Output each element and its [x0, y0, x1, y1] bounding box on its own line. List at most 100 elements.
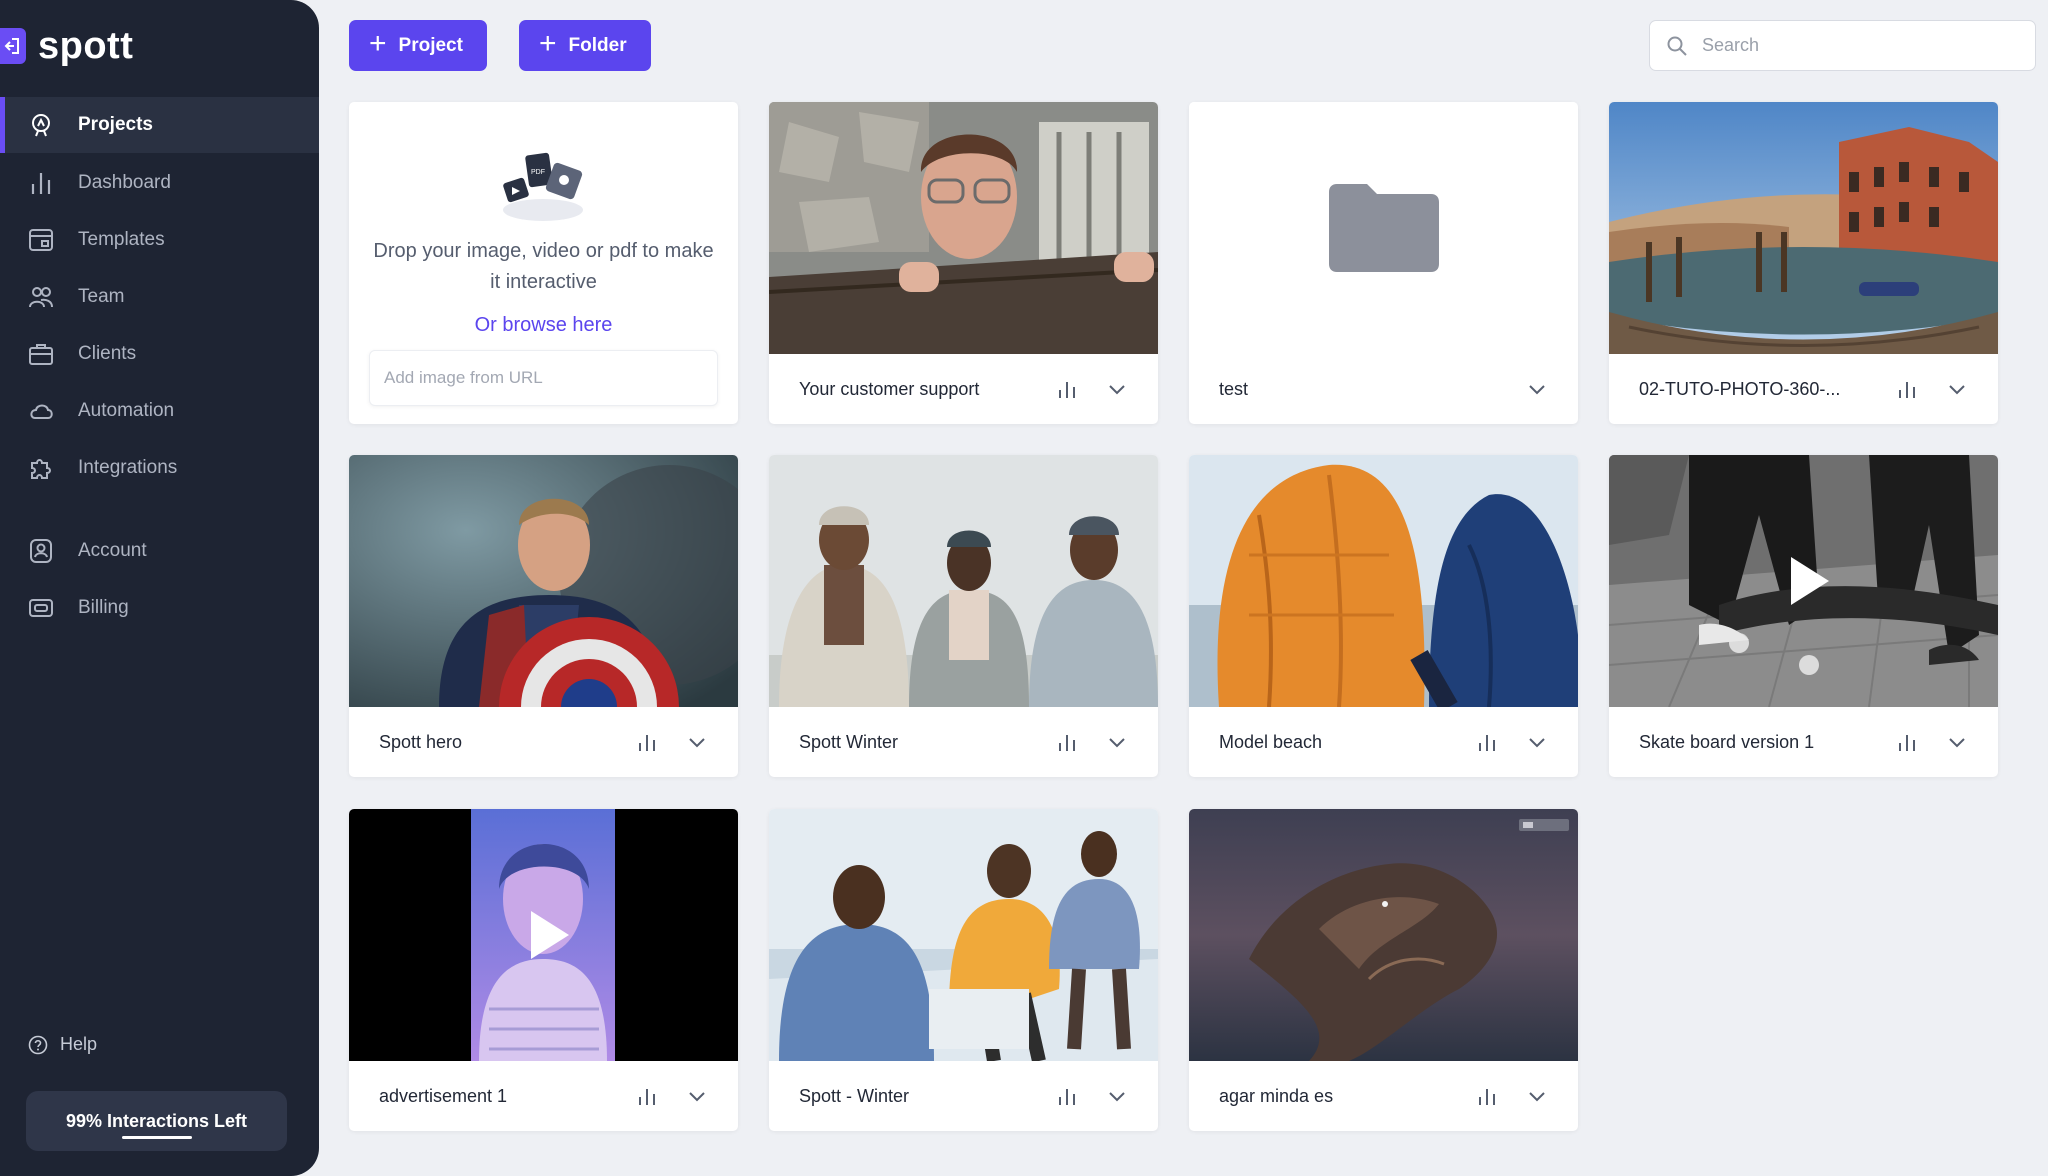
- image-url-input[interactable]: [369, 350, 718, 406]
- search-box[interactable]: [1649, 20, 2036, 71]
- stats-icon[interactable]: [1056, 378, 1078, 400]
- project-title[interactable]: Model beach: [1219, 732, 1448, 753]
- play-icon[interactable]: [1790, 557, 1829, 605]
- project-title[interactable]: 02-TUTO-PHOTO-360-...: [1639, 379, 1868, 400]
- chevron-down-icon[interactable]: [686, 731, 708, 753]
- credit-card-icon: [28, 595, 54, 621]
- help-link[interactable]: Help: [28, 1034, 97, 1055]
- project-thumbnail[interactable]: [769, 455, 1158, 707]
- stats-icon[interactable]: [636, 1085, 658, 1107]
- chevron-down-icon[interactable]: [1526, 731, 1548, 753]
- svg-text:PDF: PDF: [531, 169, 545, 176]
- project-card[interactable]: Your customer support: [769, 102, 1158, 424]
- stats-icon[interactable]: [1896, 378, 1918, 400]
- project-title[interactable]: Spott Winter: [799, 732, 1028, 753]
- project-thumbnail[interactable]: [769, 809, 1158, 1061]
- project-thumbnail[interactable]: [1189, 455, 1578, 707]
- project-thumbnail[interactable]: [1189, 809, 1578, 1061]
- chevron-down-icon[interactable]: [686, 1085, 708, 1107]
- sidebar-item-automation[interactable]: Automation: [0, 383, 319, 439]
- sidebar-item-dashboard[interactable]: Dashboard: [0, 155, 319, 211]
- help-label: Help: [60, 1034, 98, 1054]
- sidebar-item-team[interactable]: Team: [0, 269, 319, 325]
- chevron-down-icon[interactable]: [1106, 378, 1128, 400]
- folder-icon: [1328, 184, 1439, 272]
- upload-card[interactable]: PDF Drop your image, video or pdf to mak…: [349, 102, 738, 424]
- project-title[interactable]: Skate board version 1: [1639, 732, 1868, 753]
- project-title[interactable]: Your customer support: [799, 379, 1028, 400]
- chevron-down-icon[interactable]: [1526, 1085, 1548, 1107]
- template-icon: [28, 227, 54, 253]
- project-title[interactable]: Spott - Winter: [799, 1086, 1028, 1107]
- project-title[interactable]: agar minda es: [1219, 1086, 1448, 1107]
- sidebar-item-label: Dashboard: [78, 172, 171, 193]
- stats-icon[interactable]: [1056, 731, 1078, 753]
- add-folder-label: Folder: [568, 34, 627, 56]
- plus-icon: +: [369, 27, 387, 60]
- sidebar-item-billing[interactable]: Billing: [0, 580, 319, 636]
- folder-card[interactable]: test: [1189, 102, 1578, 424]
- project-thumbnail[interactable]: [1609, 102, 1998, 354]
- add-project-button[interactable]: + Project: [349, 20, 487, 71]
- exit-icon: [0, 28, 26, 64]
- project-card[interactable]: Model beach: [1189, 455, 1578, 777]
- stats-icon[interactable]: [1476, 1085, 1498, 1107]
- chevron-down-icon[interactable]: [1946, 378, 1968, 400]
- chevron-down-icon[interactable]: [1526, 378, 1548, 400]
- project-card[interactable]: agar minda es: [1189, 809, 1578, 1131]
- browse-link[interactable]: Or browse here: [369, 314, 718, 337]
- interactions-left-badge[interactable]: 99% Interactions Left: [26, 1091, 287, 1151]
- sidebar-item-account[interactable]: Account: [0, 523, 319, 579]
- logo[interactable]: spott: [0, 26, 133, 66]
- sidebar: spott Projects Dashboard Templates Team …: [0, 0, 319, 1176]
- rocket-icon: [28, 112, 54, 138]
- plus-icon: +: [539, 27, 557, 60]
- sidebar-item-projects[interactable]: Projects: [0, 97, 319, 153]
- project-card[interactable]: 02-TUTO-PHOTO-360-...: [1609, 102, 1998, 424]
- project-thumbnail[interactable]: [769, 102, 1158, 354]
- add-project-label: Project: [398, 34, 463, 56]
- user-shield-icon: [28, 538, 54, 564]
- project-card[interactable]: Spott hero: [349, 455, 738, 777]
- sidebar-item-clients[interactable]: Clients: [0, 326, 319, 382]
- stats-icon[interactable]: [636, 731, 658, 753]
- sidebar-item-label: Account: [78, 540, 147, 561]
- sidebar-item-templates[interactable]: Templates: [0, 212, 319, 268]
- sidebar-item-label: Team: [78, 286, 125, 307]
- stats-icon[interactable]: [1896, 731, 1918, 753]
- briefcase-icon: [28, 341, 54, 367]
- upload-files-icon: PDF: [503, 152, 583, 221]
- video-thumbnail[interactable]: [349, 809, 738, 1061]
- team-icon: [28, 284, 54, 310]
- sidebar-item-label: Integrations: [78, 457, 178, 478]
- folder-title[interactable]: test: [1219, 379, 1498, 400]
- project-title[interactable]: Spott hero: [379, 732, 608, 753]
- interactions-bar: [122, 1136, 192, 1139]
- logo-text: spott: [38, 25, 134, 67]
- project-card[interactable]: Spott - Winter: [769, 809, 1158, 1131]
- video-thumbnail[interactable]: [1609, 455, 1998, 707]
- sidebar-item-label: Projects: [78, 114, 153, 135]
- play-icon[interactable]: [530, 911, 569, 959]
- project-title[interactable]: advertisement 1: [379, 1086, 608, 1107]
- puzzle-icon: [28, 455, 54, 481]
- project-card[interactable]: advertisement 1: [349, 809, 738, 1131]
- stats-icon[interactable]: [1056, 1085, 1078, 1107]
- add-folder-button[interactable]: + Folder: [519, 20, 651, 71]
- interactions-label: 99% Interactions Left: [65, 1110, 248, 1131]
- project-card[interactable]: Skate board version 1: [1609, 455, 1998, 777]
- folder-thumbnail[interactable]: [1189, 102, 1578, 354]
- search-icon: [1667, 36, 1687, 56]
- chevron-down-icon[interactable]: [1106, 1085, 1128, 1107]
- project-card[interactable]: Spott Winter: [769, 455, 1158, 777]
- sidebar-item-integrations[interactable]: Integrations: [0, 440, 319, 496]
- chevron-down-icon[interactable]: [1106, 731, 1128, 753]
- sidebar-item-label: Automation: [78, 400, 175, 421]
- chevron-down-icon[interactable]: [1946, 731, 1968, 753]
- stats-icon[interactable]: [1476, 731, 1498, 753]
- project-thumbnail[interactable]: [349, 455, 738, 707]
- search-input[interactable]: [1702, 35, 2002, 56]
- cloud-icon: [28, 398, 54, 424]
- bar-chart-icon: [28, 170, 54, 196]
- sidebar-item-label: Clients: [78, 343, 137, 364]
